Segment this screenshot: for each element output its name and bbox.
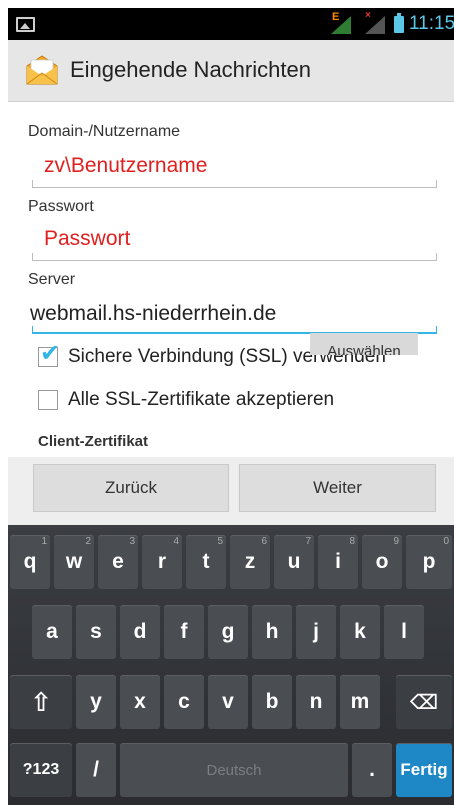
key-k[interactable]: k (340, 605, 380, 659)
no-signal-x-icon: × (365, 10, 371, 21)
backspace-key[interactable]: ⌫ (396, 675, 452, 729)
done-key[interactable]: Fertig (396, 743, 452, 797)
back-button[interactable]: Zurück (33, 464, 229, 512)
key-e[interactable]: e3 (98, 535, 138, 589)
key-w[interactable]: w2 (54, 535, 94, 589)
accept-all-certs-checkbox[interactable] (38, 390, 58, 410)
soft-keyboard: q1 w2 e3 r4 t5 z6 u7 i8 o9 p0 a s d f g … (8, 525, 454, 805)
key-i[interactable]: i8 (318, 535, 358, 589)
key-o[interactable]: o9 (362, 535, 402, 589)
password-label: Passwort (28, 198, 94, 215)
checkmark-icon: ✔ (40, 340, 61, 367)
key-q[interactable]: q1 (10, 535, 50, 589)
key-period[interactable]: . (352, 743, 392, 797)
key-y[interactable]: y (76, 675, 116, 729)
wizard-nav: Zurück Weiter (8, 457, 454, 525)
password-field[interactable]: Passwort (44, 227, 130, 251)
ssl-checkbox[interactable]: ✔ (38, 342, 60, 367)
client-cert-label: Client-Zertifikat (38, 433, 149, 450)
key-t[interactable]: t5 (186, 535, 226, 589)
symbols-key[interactable]: ?123 (10, 743, 72, 797)
key-x[interactable]: x (120, 675, 160, 729)
key-p[interactable]: p0 (406, 535, 452, 589)
status-bar: E × 11:15 (8, 8, 454, 40)
next-button[interactable]: Weiter (239, 464, 436, 512)
action-bar: Eingehende Nachrichten (8, 40, 454, 102)
key-h[interactable]: h (252, 605, 292, 659)
key-slash[interactable]: / (76, 743, 116, 797)
username-underline (32, 180, 437, 188)
key-s[interactable]: s (76, 605, 116, 659)
battery-icon (394, 13, 404, 33)
key-c[interactable]: c (164, 675, 204, 729)
email-app-icon[interactable] (24, 54, 60, 86)
server-label: Server (28, 271, 76, 288)
key-j[interactable]: j (296, 605, 336, 659)
key-b[interactable]: b (252, 675, 292, 729)
key-l[interactable]: l (384, 605, 424, 659)
page-title: Eingehende Nachrichten (70, 57, 311, 82)
key-a[interactable]: a (32, 605, 72, 659)
key-n[interactable]: n (296, 675, 336, 729)
accept-all-certs-option[interactable]: Alle SSL-Zertifikate akzeptieren (38, 389, 334, 411)
accept-all-certs-label: Alle SSL-Zertifikate akzeptieren (68, 389, 335, 410)
key-r[interactable]: r4 (142, 535, 182, 589)
key-g[interactable]: g (208, 605, 248, 659)
image-notification-icon (16, 17, 35, 32)
key-z[interactable]: z6 (230, 535, 270, 589)
password-underline (32, 253, 437, 261)
status-time: 11:15 (409, 13, 454, 34)
key-m[interactable]: m (340, 675, 380, 729)
key-d[interactable]: d (120, 605, 160, 659)
shift-key[interactable]: ⇧ (10, 675, 72, 729)
username-label: Domain-/Nutzername (28, 123, 181, 140)
key-v[interactable]: v (208, 675, 248, 729)
key-f[interactable]: f (164, 605, 204, 659)
select-certificate-button[interactable]: Auswählen (310, 333, 418, 355)
key-u[interactable]: u7 (274, 535, 314, 589)
incoming-server-form: Domain-/Nutzername zv\Benutzername Passw… (8, 102, 454, 457)
space-key[interactable]: Deutsch (120, 743, 348, 797)
network-type-icon: E (332, 11, 340, 23)
server-field[interactable]: webmail.hs-niederrhein.de (30, 302, 276, 326)
username-field[interactable]: zv\Benutzername (44, 154, 207, 178)
